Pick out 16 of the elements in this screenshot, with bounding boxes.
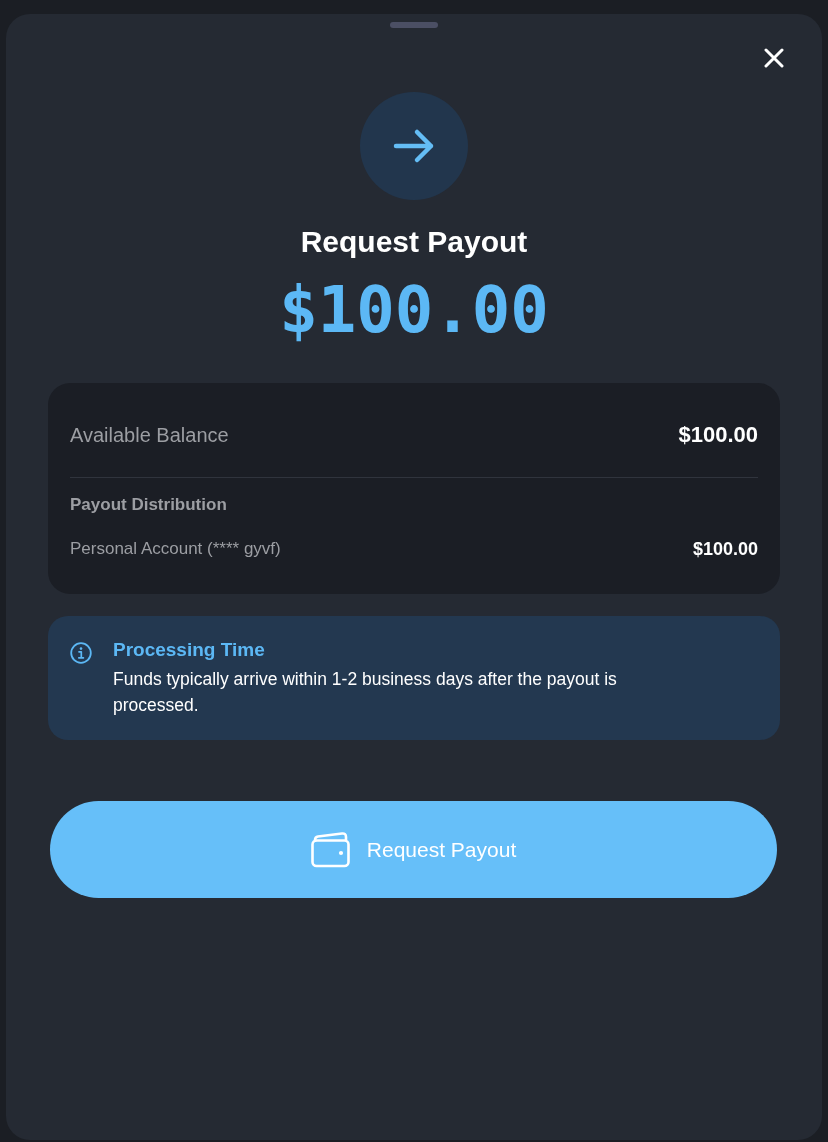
info-text: Funds typically arrive within 1-2 business days after the payout is processed. — [113, 668, 618, 717]
close-button[interactable] — [764, 48, 784, 68]
distribution-heading: Payout Distribution — [70, 494, 228, 516]
drag-handle[interactable] — [390, 22, 438, 28]
request-payout-button[interactable]: Request Payout — [50, 801, 777, 898]
sheet-title: Request Payout — [300, 224, 528, 260]
info-title: Processing Time — [113, 638, 266, 662]
balance-label: Available Balance — [70, 423, 229, 447]
balance-value: $100.00 — [678, 422, 758, 448]
account-name: Personal Account (**** gyvf) — [70, 539, 281, 559]
info-icon — [70, 642, 92, 664]
close-icon — [764, 48, 784, 68]
payout-amount: $100.00 — [279, 274, 549, 346]
wallet-icon — [310, 831, 351, 868]
arrow-right-icon — [360, 92, 468, 200]
account-amount: $100.00 — [692, 538, 758, 560]
